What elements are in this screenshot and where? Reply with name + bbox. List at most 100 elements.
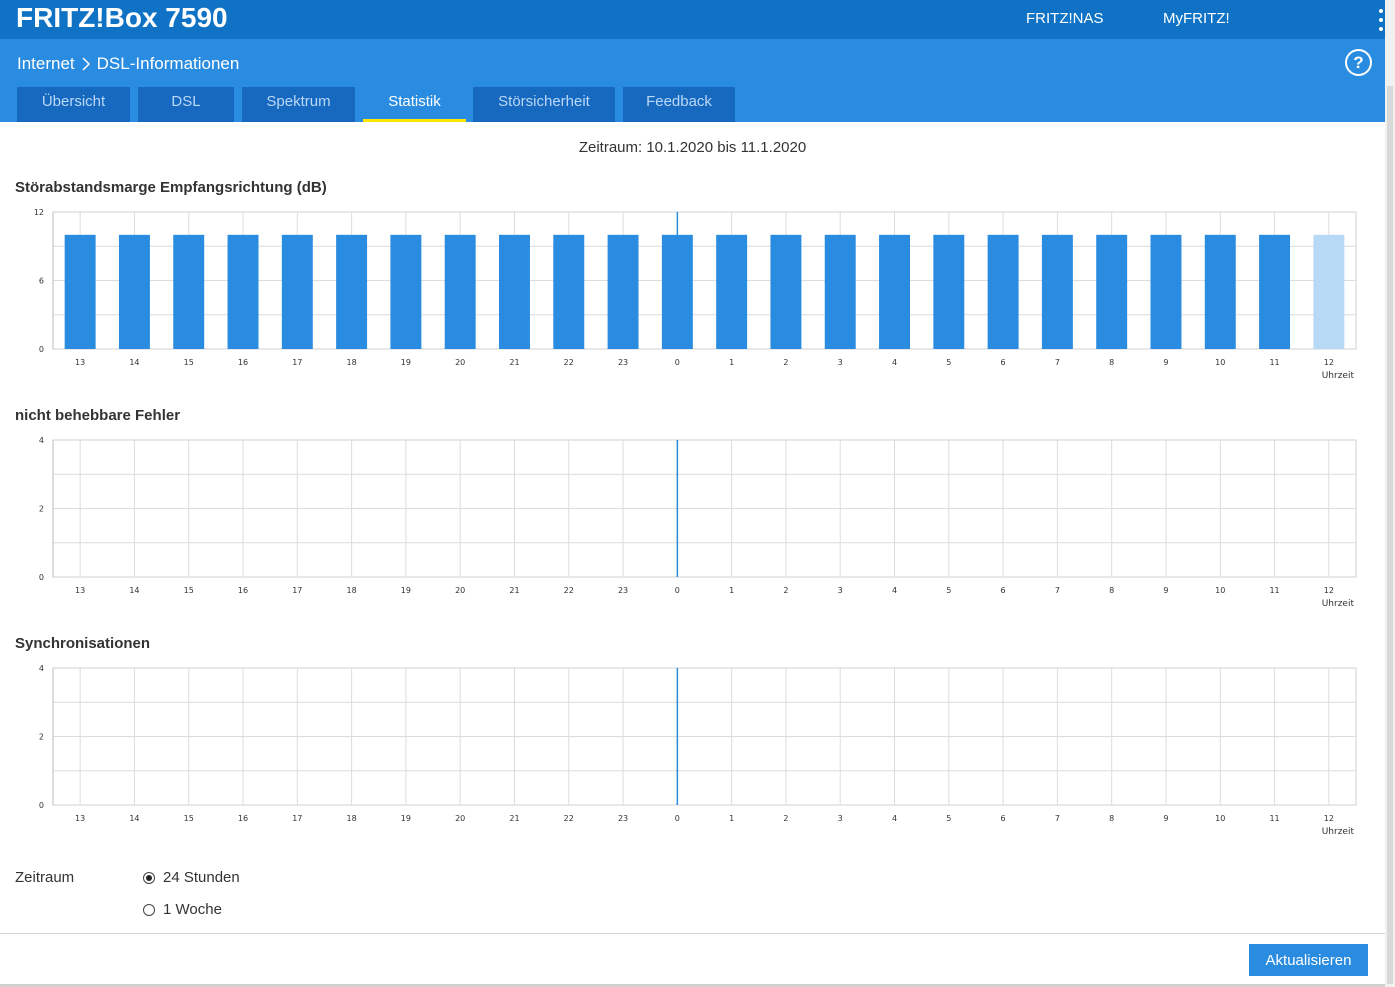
y-tick-label: 4 <box>39 436 44 445</box>
x-tick-label: 5 <box>946 586 951 595</box>
x-tick-label: 13 <box>75 586 85 595</box>
x-tick-label: 18 <box>347 814 357 823</box>
more-menu-icon[interactable] <box>1377 9 1385 31</box>
bar-8 <box>1096 234 1128 349</box>
tab-feedback[interactable]: Feedback <box>623 87 735 122</box>
x-tick-label: 6 <box>1001 814 1006 823</box>
bar-15 <box>173 234 205 349</box>
divider <box>0 933 1385 934</box>
scrollbar[interactable] <box>1385 0 1395 987</box>
x-tick-label: 18 <box>347 586 357 595</box>
x-tick-label: 7 <box>1055 358 1060 367</box>
x-tick-label: 2 <box>783 586 788 595</box>
x-tick-label: 11 <box>1269 814 1279 823</box>
x-tick-label: 8 <box>1109 814 1114 823</box>
y-tick-label: 6 <box>39 277 44 286</box>
bar-10 <box>1204 234 1236 349</box>
period-text: Zeitraum: 10.1.2020 bis 11.1.2020 <box>578 139 807 156</box>
bar-23 <box>607 234 639 349</box>
top-header: FRITZ!Box 7590 FRITZ!NAS MyFRITZ! <box>0 0 1385 39</box>
x-tick-label: 0 <box>675 358 680 367</box>
x-tick-label: 11 <box>1269 358 1279 367</box>
brand-title: FRITZ!Box 7590 <box>16 2 228 33</box>
x-tick-label: 17 <box>292 814 302 823</box>
x-tick-label: 17 <box>292 358 302 367</box>
bar-14 <box>118 234 150 349</box>
radio-24-stunden[interactable]: 24 Stunden <box>143 869 240 886</box>
x-tick-label: 9 <box>1163 814 1168 823</box>
y-tick-label: 2 <box>39 505 44 514</box>
scrollbar-thumb[interactable] <box>1387 86 1393 984</box>
sync-chart: 02413 14 15 16 17 18 19 20 21 22 23 0 1 2 3 4 5 6 7 8 9 10 11 1… <box>39 664 1357 837</box>
tab-statistik[interactable]: Statistik <box>363 87 466 122</box>
tab-spektrum[interactable]: Spektrum <box>242 87 355 122</box>
bar-16 <box>227 234 259 349</box>
myfritz-link[interactable]: MyFRITZ! <box>1163 10 1230 27</box>
x-tick-label: 12 <box>1324 814 1334 823</box>
x-tick-label: 8 <box>1109 358 1114 367</box>
x-tick-label: 5 <box>946 358 951 367</box>
radio-icon-checked[interactable] <box>143 871 155 884</box>
bar-12 <box>1313 234 1345 349</box>
x-tick-label: 4 <box>892 358 897 367</box>
bar-1 <box>716 234 748 349</box>
bar-20 <box>444 234 476 349</box>
x-tick-label: 10 <box>1215 814 1225 823</box>
x-tick-label: 15 <box>184 814 194 823</box>
bar-11 <box>1259 234 1291 349</box>
bar-5 <box>933 234 965 349</box>
x-tick-label: 16 <box>238 586 248 595</box>
x-tick-label: 11 <box>1269 586 1279 595</box>
breadcrumb: Internet DSL-Informationen <box>17 54 239 74</box>
bar-4 <box>879 234 910 349</box>
bar-6 <box>987 234 1019 349</box>
bar-3 <box>824 234 856 349</box>
x-tick-label: 16 <box>238 358 248 367</box>
x-tick-label: 23 <box>618 358 628 367</box>
snr-chart: 061213 14 15 16 17 18 19 20 21 22 23 0 1 2 3 4 5 6 7 8 9 10 11… <box>34 208 1357 381</box>
x-tick-label: 16 <box>238 814 248 823</box>
x-tick-label: 15 <box>184 358 194 367</box>
breadcrumb-parent[interactable]: Internet <box>17 54 75 74</box>
x-tick-label: 20 <box>455 586 465 595</box>
fritznas-link[interactable]: FRITZ!NAS <box>1026 10 1104 27</box>
x-tick-label: 14 <box>129 814 139 823</box>
x-tick-label: 21 <box>509 358 519 367</box>
radio-icon-unchecked[interactable] <box>143 903 155 916</box>
x-axis-label: Uhrzeit <box>1322 827 1355 837</box>
y-tick-label: 2 <box>39 733 44 742</box>
radio-1-woche[interactable]: 1 Woche <box>143 901 222 918</box>
aktualisieren-button[interactable]: Aktualisieren <box>1249 944 1368 976</box>
x-tick-label: 22 <box>564 814 574 823</box>
bar-13 <box>64 234 96 349</box>
y-tick-label: 0 <box>39 801 44 810</box>
bar-17 <box>281 234 313 349</box>
chart-title-sync: Synchronisationen <box>15 635 151 652</box>
x-tick-label: 2 <box>783 358 788 367</box>
tab-dsl[interactable]: DSL <box>138 87 234 122</box>
bar-9 <box>1150 234 1182 349</box>
x-tick-label: 6 <box>1001 586 1006 595</box>
x-tick-label: 1 <box>729 586 734 595</box>
x-tick-label: 3 <box>838 586 843 595</box>
radio-24-stunden-label: 24 Stunden <box>163 869 240 886</box>
x-tick-label: 23 <box>618 814 628 823</box>
help-icon[interactable]: ? <box>1345 49 1372 76</box>
x-tick-label: 6 <box>1001 358 1006 367</box>
tab-stoersicherheit[interactable]: Störsicherheit <box>473 87 615 122</box>
x-tick-label: 1 <box>729 814 734 823</box>
x-tick-label: 8 <box>1109 586 1114 595</box>
x-tick-label: 12 <box>1324 586 1334 595</box>
y-tick-label: 12 <box>34 208 44 217</box>
y-tick-label: 0 <box>39 573 44 582</box>
tab-uebersicht[interactable]: Übersicht <box>17 87 130 122</box>
x-tick-label: 5 <box>946 814 951 823</box>
x-tick-label: 12 <box>1324 358 1334 367</box>
x-tick-label: 3 <box>838 358 843 367</box>
y-tick-label: 4 <box>39 664 44 673</box>
x-tick-label: 13 <box>75 814 85 823</box>
bar-19 <box>390 234 422 349</box>
x-tick-label: 18 <box>347 358 357 367</box>
x-tick-label: 23 <box>618 586 628 595</box>
x-tick-label: 14 <box>129 358 139 367</box>
